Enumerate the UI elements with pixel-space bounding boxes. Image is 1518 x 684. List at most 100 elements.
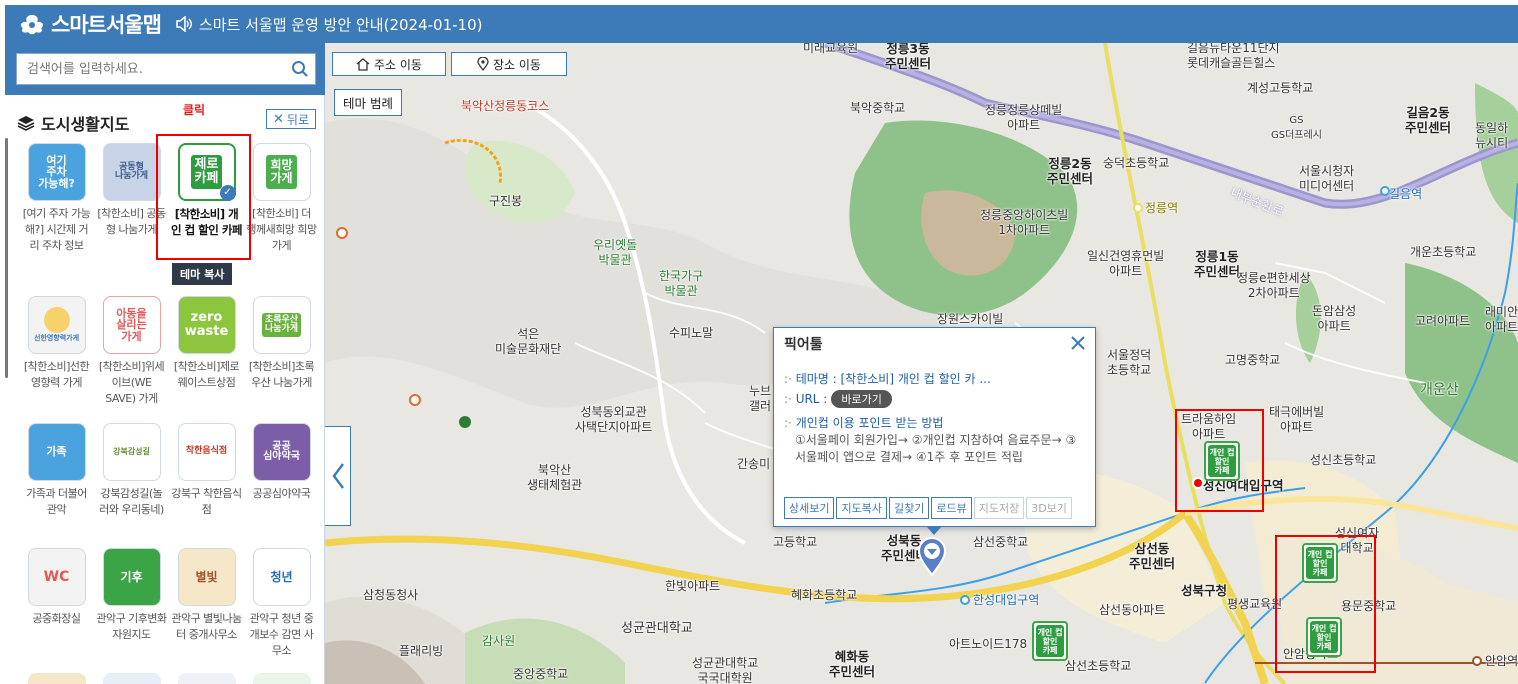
notice[interactable]: 스마트 서울맵 운영 방안 안내(2024-01-10) xyxy=(175,14,482,35)
theme-tile-label: [착한소비]제로웨이스트상점 xyxy=(173,360,240,389)
tile-icon-text: WC xyxy=(43,568,70,585)
map-copy-button[interactable]: 지도복사 xyxy=(836,497,887,519)
shortcut-button[interactable]: 바로가기 xyxy=(831,390,892,408)
theme-tile-we-save[interactable]: 아동을 살리는 가게 [착한소비]위세이브(WE SAVE) 가게 xyxy=(94,296,169,407)
map-label: 삼청동청사 xyxy=(363,588,419,602)
we-save-icon: 아동을 살리는 가게 xyxy=(102,296,161,354)
popup-theme-key: 테마명 : xyxy=(795,372,837,386)
search-input[interactable] xyxy=(17,54,285,84)
theme-tile-partial[interactable] xyxy=(19,673,94,684)
map-label: 플래리빙 xyxy=(399,644,444,658)
back-label: 뒤로 xyxy=(286,112,309,127)
theme-tile-green-umbrella[interactable]: 초록우산 나눔가게 [착한소비]초록우산 나눔가게 xyxy=(244,296,319,391)
theme-tile-zero-cafe[interactable]: 제로 카페 ✓ [착한소비] 개인 컵 할인 카페 xyxy=(169,143,244,238)
theme-tile-family[interactable]: 가족 가족과 더불어 관악 xyxy=(19,423,94,518)
highlight-box xyxy=(1275,535,1376,673)
tile-icon-text: 가족 xyxy=(46,445,67,459)
pharmacy-icon: 공공 심야약국 xyxy=(252,423,311,481)
shared-store-icon: 공동형 나눔가게 xyxy=(102,143,161,201)
tile-icon-text: 기후 xyxy=(120,569,143,584)
theme-tile-climate[interactable]: 기후 관악구 기후변화자원지도 xyxy=(94,548,169,643)
copy-theme-tooltip[interactable]: 테마 복사 xyxy=(172,263,233,285)
theme-tile-gangbuk-road[interactable]: 강북감성길 강북감성길(놀러와 우리동네) xyxy=(94,423,169,518)
theme-tile-partial[interactable] xyxy=(94,673,169,684)
theme-legend-button[interactable]: 테마 범례 xyxy=(334,89,402,116)
address-move-label: 주소 이동 xyxy=(374,57,422,72)
detail-view-button[interactable]: 상세보기 xyxy=(784,497,835,519)
good-restaurant-icon: 착한음식점 xyxy=(177,423,236,481)
map-view[interactable]: 주소 이동 장소 이동 테마 범례 정릉3동 주민센터 미래교육원 길음뉴타운1… xyxy=(325,43,1518,684)
theme-tile-label: 가족과 더불어 관악 xyxy=(26,487,87,516)
map-label: 돈암삼성 아파트 xyxy=(1312,304,1357,333)
map-label: 정릉중앙하이츠빌 1차아파트 xyxy=(980,208,1069,237)
theme-tile-partial[interactable] xyxy=(244,673,319,684)
hope-store-icon: 희망 가게 xyxy=(252,143,311,201)
tile-icon-text: 아동을 살리는 가게 xyxy=(116,306,147,343)
theme-tile-label: [여기 주자 가능해?] 시간제 거리 주차 정보 xyxy=(22,207,91,252)
place-move-button[interactable]: 장소 이동 xyxy=(451,52,567,76)
tile-icon-text: 공동형 나눔가게 xyxy=(114,161,149,181)
theme-tile-label: 관악구 청년 중개보수 감면 사무소 xyxy=(249,612,314,657)
map-label: 태극에버빌 아파트 xyxy=(1269,405,1325,434)
map-label: 길음뉴타운11단지 롯데캐슬골든힐스 xyxy=(1187,43,1280,70)
map-label: 정릉e편한세상 2차아파트 xyxy=(1237,271,1311,300)
popup-theme-value: [착한소비] 개인 컵 할인 카 ... xyxy=(840,372,991,386)
good-influence-icon: 선한영향력가게 xyxy=(27,296,86,354)
category-title: 도시생활지도 xyxy=(17,111,129,135)
map-label: 삼선중학교 xyxy=(973,535,1029,549)
popup-theme-row: :· 테마명 : [착한소비] 개인 컵 할인 카 ... xyxy=(784,372,991,386)
theme-tile-partial[interactable] xyxy=(169,673,244,684)
map-label: 고명중학교 xyxy=(1225,353,1281,367)
sidebar-toggle-button[interactable] xyxy=(325,426,351,526)
selected-location-pin-icon[interactable] xyxy=(917,537,947,577)
close-icon[interactable] xyxy=(1069,334,1087,352)
theme-tile-parking[interactable]: 여기 주차 가능해? [여기 주자 가능해?] 시간제 거리 주차 정보 xyxy=(19,143,94,254)
theme-tile-good-restaurant[interactable]: 착한음식점 강북구 착한음식점 xyxy=(169,423,244,518)
theme-tile-zero-waste[interactable]: zero waste [착한소비]제로웨이스트상점 xyxy=(169,296,244,391)
sidebar-scrollbar[interactable] xyxy=(5,138,8,378)
logo[interactable]: 스마트서울맵 xyxy=(17,9,162,39)
popup-section-row: :· 개인컵 이용 포인트 받는 방법 xyxy=(784,416,944,430)
map-label: 수피노말 xyxy=(669,326,714,340)
popup-section-title: 개인컵 이용 포인트 받는 방법 xyxy=(795,416,944,430)
umbrella-icon: 초록우산 나눔가게 xyxy=(252,296,311,354)
map-label: 안암역 xyxy=(1485,654,1518,668)
roadview-button[interactable]: 로드뷰 xyxy=(931,497,972,519)
popup-tail xyxy=(926,526,942,535)
map-label: 성균관대학교 xyxy=(621,621,693,636)
theme-tile-label: [착한소비]초록우산 나눔가게 xyxy=(248,360,315,389)
directions-button[interactable]: 길찾기 xyxy=(888,497,930,519)
back-button[interactable]: ✕ 뒤로 xyxy=(266,109,316,129)
partial-icon xyxy=(27,673,86,684)
highlight-box xyxy=(1175,409,1264,512)
theme-tile-hope-store[interactable]: 희망 가게 [착한소비] 더 행께새희망 희망가게 xyxy=(244,143,319,254)
theme-tile-good-influence[interactable]: 선한영향력가게 [착한소비]선한영향력 가게 xyxy=(19,296,94,391)
map-label: 성북동외교관 사택단지아파트 xyxy=(575,405,653,434)
map-label: 누브 갤러 xyxy=(749,384,772,413)
map-label: 혜화동 주민센터 xyxy=(829,649,876,679)
cafe-marker[interactable]: 개인 컵 할인 카페 xyxy=(1032,621,1068,661)
popup-button-row: 상세보기 지도복사 길찾기 로드뷰 지도저장 3D보기 xyxy=(784,497,1072,519)
theme-tile-starlight[interactable]: 별빛 관악구 별빛나눔터 중개사무소 xyxy=(169,548,244,643)
theme-tile-label: [착한소비] 공동형 나눔가게 xyxy=(97,207,166,236)
map-label: 성북구청 xyxy=(1181,583,1228,598)
map-label: 미래교육원 xyxy=(803,43,859,55)
map-label: 간송미 xyxy=(737,457,771,471)
theme-tile-shared-store[interactable]: 공동형 나눔가게 [착한소비] 공동형 나눔가게 xyxy=(94,143,169,238)
map-label: 북악산정릉동코스 xyxy=(461,99,550,113)
address-move-button[interactable]: 주소 이동 xyxy=(332,52,446,76)
speaker-icon xyxy=(176,16,192,32)
theme-tile-restroom[interactable]: WC 공중화장실 xyxy=(19,548,94,627)
tile-icon-text: 별빛 xyxy=(195,569,218,584)
map-label: 장원스카이빌 xyxy=(937,312,1004,326)
theme-tile-label: 관악구 별빛나눔터 중개사무소 xyxy=(171,612,242,641)
3d-view-button[interactable]: 3D보기 xyxy=(1026,497,1072,519)
zero-waste-icon: zero waste xyxy=(177,296,236,354)
search-button[interactable] xyxy=(285,54,315,84)
theme-tile-night-pharmacy[interactable]: 공공 심야약국 공공심야약국 xyxy=(244,423,319,502)
map-label: 한국가구 박물관 xyxy=(659,269,704,298)
theme-tile-youth-broker[interactable]: 청년 관악구 청년 중개보수 감면 사무소 xyxy=(244,548,319,659)
map-label: 아트노이드178 xyxy=(949,637,1028,651)
map-save-button[interactable]: 지도저장 xyxy=(973,497,1025,519)
house-icon: 청년 xyxy=(252,548,311,606)
